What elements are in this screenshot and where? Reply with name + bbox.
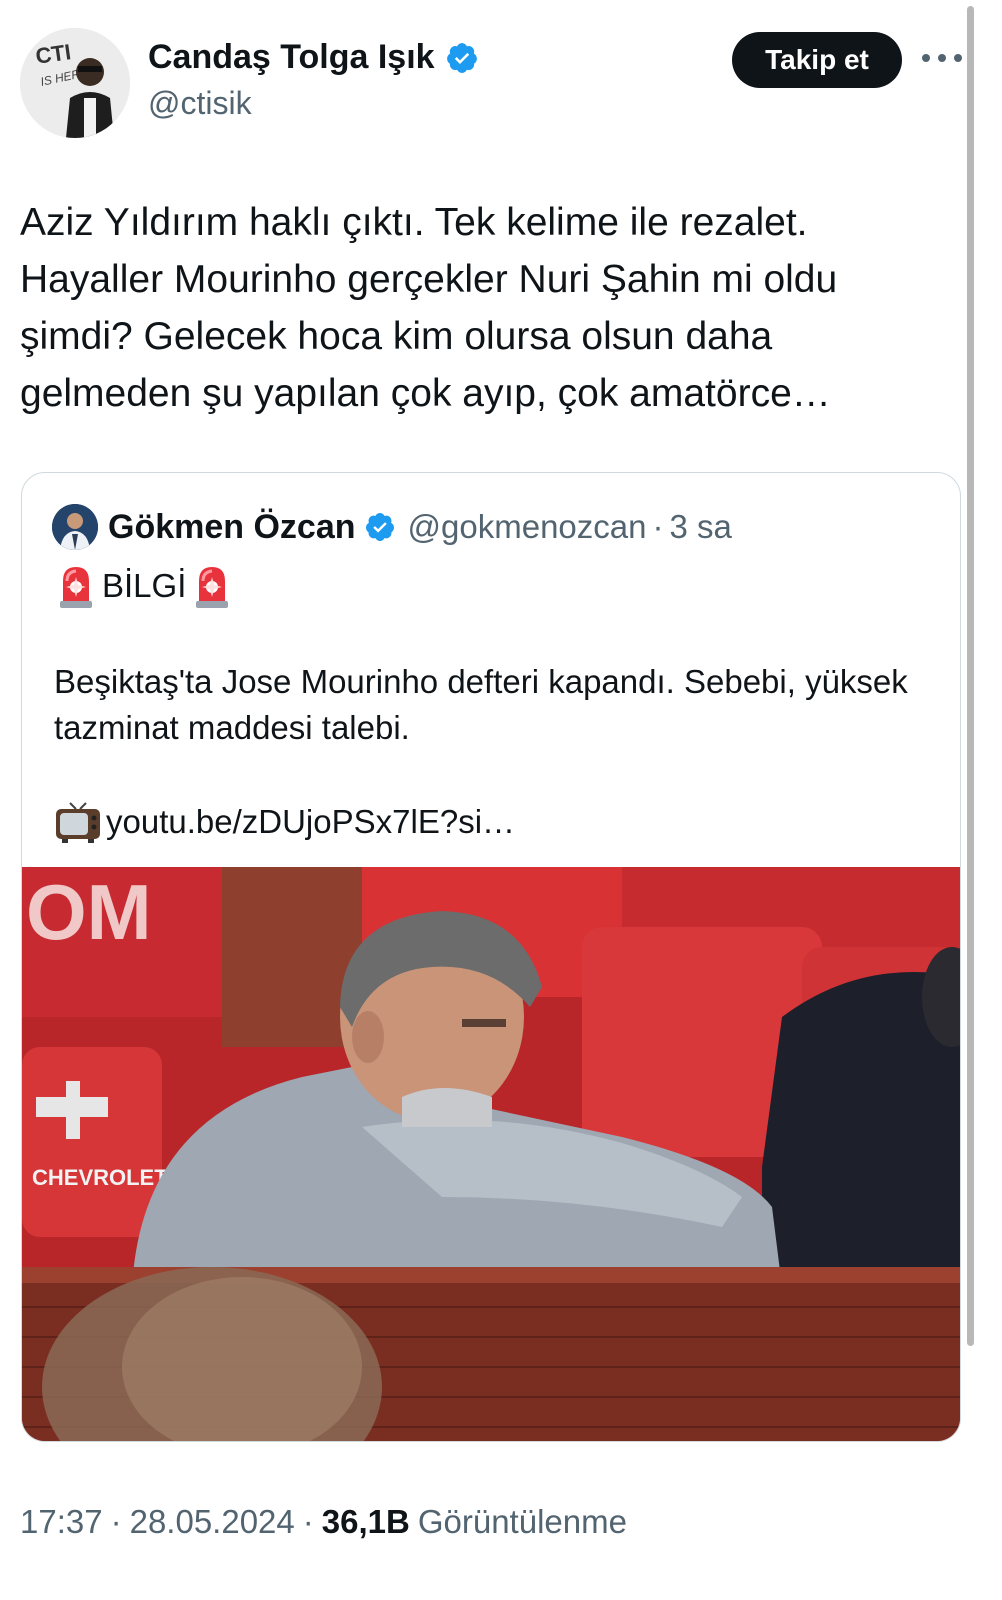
author-name[interactable]: Candaş Tolga Işık xyxy=(148,38,435,77)
quoted-tweet[interactable]: Gökmen Özcan @gokmenozcan · 3 sa BİLGİ B… xyxy=(21,472,961,1442)
quoted-link-row: youtu.be/zDUjoPSx7lE?si… xyxy=(54,799,515,845)
follow-button[interactable]: Takip et xyxy=(732,32,902,88)
author-handle[interactable]: @ctisik xyxy=(148,85,479,122)
info-line: BİLGİ xyxy=(56,563,232,609)
author-avatar[interactable]: CTI IS HERE xyxy=(20,28,130,138)
tweet-header: CTI IS HERE Candaş Tolga Işık @ctisik Ta… xyxy=(20,28,962,140)
quoted-tweet-header: Gökmen Özcan @gokmenozcan · 3 sa xyxy=(52,503,732,551)
quoted-timestamp[interactable]: 3 sa xyxy=(669,508,731,546)
svg-text:OM: OM xyxy=(26,868,152,956)
quoted-author-handle[interactable]: @gokmenozcan xyxy=(408,508,647,546)
separator-dot: · xyxy=(652,508,664,545)
info-label: BİLGİ xyxy=(102,567,187,604)
siren-icon xyxy=(60,567,92,608)
views-label: Görüntülenme xyxy=(417,1503,627,1540)
verified-badge-icon xyxy=(365,513,394,541)
quoted-tweet-text: Beşiktaş'ta Jose Mourinho defteri kapand… xyxy=(54,663,908,746)
tweet-time[interactable]: 17:37 xyxy=(20,1503,103,1541)
television-icon xyxy=(56,802,100,843)
tweet-text: Aziz Yıldırım haklı çıktı. Tek kelime il… xyxy=(20,201,838,415)
quoted-tweet-photo[interactable]: OM CHEVROLET xyxy=(22,867,960,1441)
quoted-author-name[interactable]: Gökmen Özcan xyxy=(108,508,356,547)
tweet-date[interactable]: 28.05.2024 xyxy=(130,1503,295,1541)
svg-text:CTI: CTI xyxy=(34,39,73,69)
svg-text:CHEVROLET: CHEVROLET xyxy=(32,1165,168,1190)
views-count: 36,1B xyxy=(321,1503,410,1540)
tweet-meta: 17:37 · 28.05.2024 · 36,1B Görüntülenme xyxy=(20,1503,627,1541)
scrollbar[interactable] xyxy=(967,6,974,1346)
siren-icon xyxy=(196,567,229,608)
quoted-author-avatar[interactable] xyxy=(52,504,98,550)
quoted-link[interactable]: youtu.be/zDUjoPSx7lE?si… xyxy=(106,803,515,841)
more-options-icon[interactable] xyxy=(922,46,962,70)
verified-badge-icon xyxy=(446,42,477,73)
